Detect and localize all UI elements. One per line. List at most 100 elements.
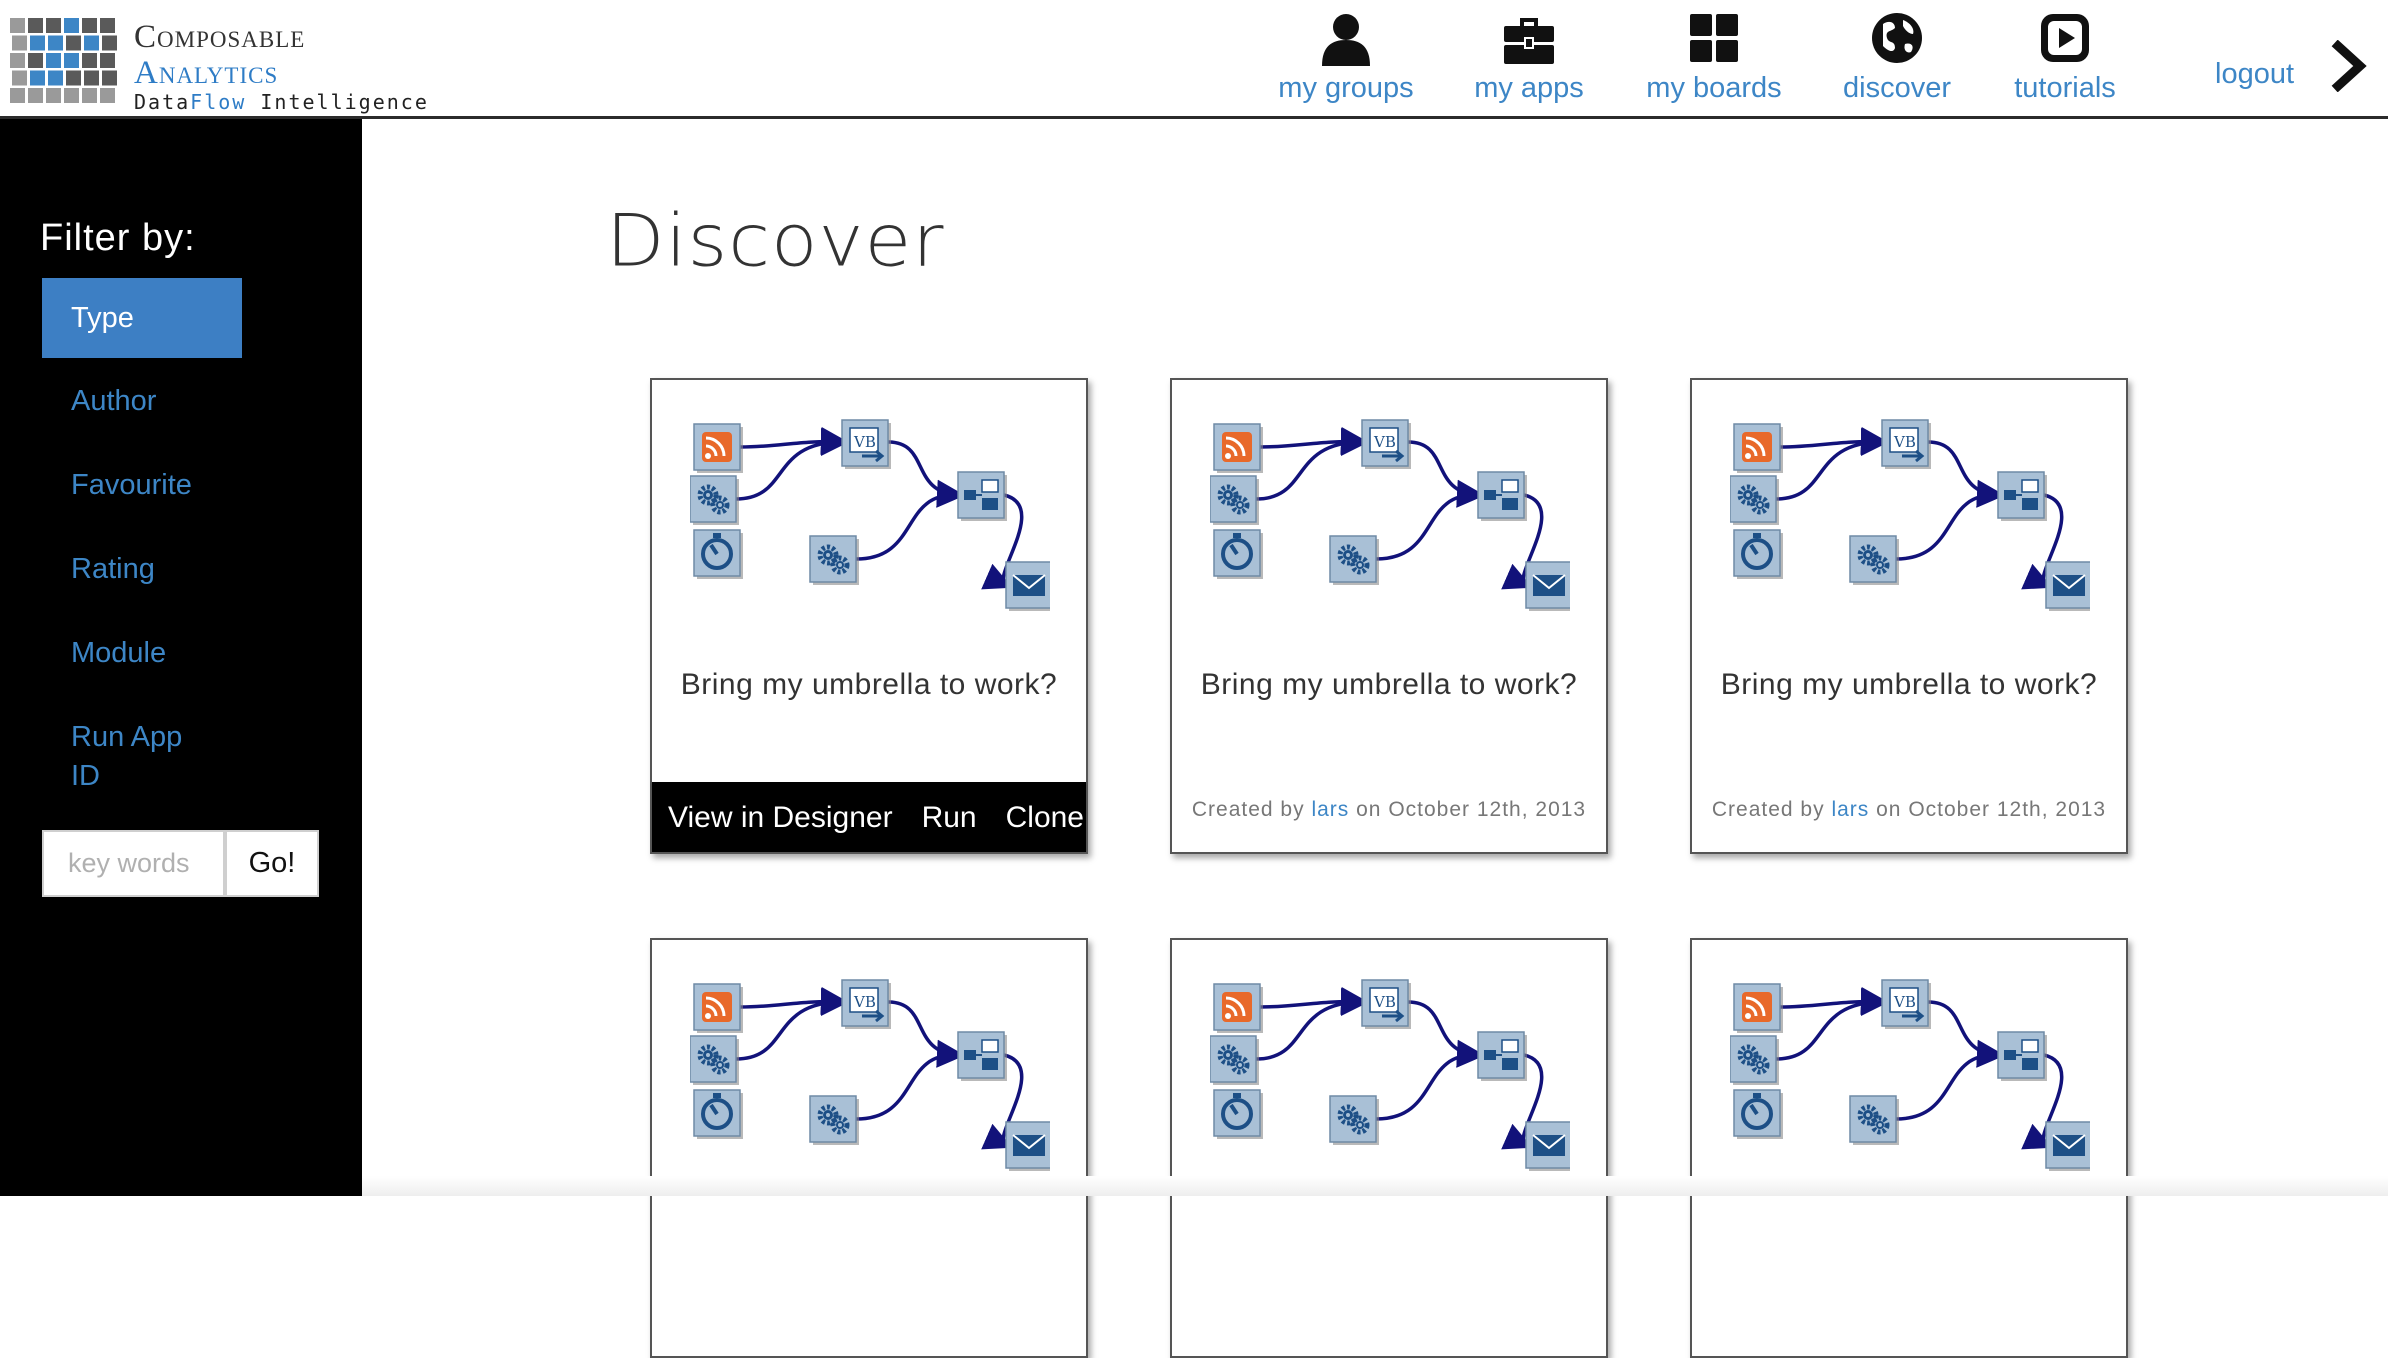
- merge-icon: [1477, 1031, 1527, 1081]
- connector-line: [855, 479, 965, 561]
- filter-title: Filter by:: [40, 217, 196, 259]
- app-card[interactable]: VB: [1170, 938, 1608, 1358]
- card-created-info: Created by lars on October 12th, 2013: [1692, 798, 2126, 822]
- author-link[interactable]: lars: [1311, 798, 1349, 821]
- vb-script-icon: VB: [1361, 979, 1411, 1029]
- logo-grid-icon: [10, 18, 117, 103]
- timer-icon: [1213, 529, 1263, 579]
- card-title: Bring my umbrella to work?: [1720, 668, 2098, 701]
- vb-script-icon: VB: [841, 979, 891, 1029]
- connector-line: [1927, 1000, 2005, 1068]
- go-button[interactable]: Go!: [225, 830, 319, 897]
- connector-line: [1375, 1039, 1485, 1121]
- email-icon: [2045, 1121, 2090, 1171]
- gears-icon: [1730, 1035, 1779, 1085]
- gears-icon: [690, 1035, 739, 1085]
- chevron-right-icon[interactable]: [2330, 40, 2370, 92]
- filter-type[interactable]: Type: [42, 278, 242, 358]
- author-link[interactable]: lars: [1831, 798, 1869, 821]
- app-card[interactable]: VB Bring my umbrella to work? Created by…: [1170, 378, 1608, 854]
- filter-favourite[interactable]: Favourite: [42, 466, 242, 505]
- nav-label: my boards: [1646, 72, 1782, 104]
- created-date: on October 12th, 2013: [1356, 798, 1587, 821]
- created-prefix: Created by: [1191, 798, 1305, 821]
- nav-my-boards[interactable]: my boards: [1643, 10, 1785, 110]
- logout-link[interactable]: logout: [2215, 58, 2294, 91]
- connector-line: [1775, 428, 1889, 501]
- nav-discover[interactable]: discover: [1840, 10, 1954, 110]
- page-title: Discover: [606, 198, 945, 283]
- workflow-diagram: VB: [1730, 979, 2090, 1171]
- created-prefix: Created by: [1711, 798, 1825, 821]
- filter-module[interactable]: Module: [42, 634, 242, 673]
- view-in-designer-button[interactable]: View in Designer: [668, 801, 893, 835]
- gears-icon: [1730, 475, 1779, 525]
- gears-icon: [1849, 1095, 1899, 1145]
- workflow-diagram: VB: [1730, 419, 2090, 611]
- filter-run-app-id[interactable]: Run App ID: [42, 718, 202, 796]
- connector-line: [1407, 1000, 1485, 1068]
- nav-my-groups[interactable]: my groups: [1272, 10, 1420, 110]
- filter-rating[interactable]: Rating: [42, 550, 242, 589]
- logo-tagline: DataFlow Intelligence: [134, 90, 429, 114]
- merge-icon: [1997, 471, 2047, 521]
- clone-button[interactable]: Clone: [1006, 801, 1084, 835]
- connector-line: [735, 428, 849, 501]
- filter-sidebar: Filter by: Type Author Favourite Rating …: [0, 119, 362, 1196]
- connector-line: [1895, 1039, 2005, 1121]
- connector-line: [1255, 988, 1369, 1061]
- globe-icon: [1872, 13, 1922, 63]
- gears-icon: [1849, 535, 1899, 585]
- app-card[interactable]: VB Bring my umbrella to work? View in De…: [650, 378, 1088, 854]
- card-title: Bring my umbrella to work?: [1200, 668, 1578, 701]
- grid-icon: [1690, 14, 1738, 62]
- app-header: Composable Analytics DataFlow Intelligen…: [0, 0, 2388, 119]
- rss-icon: [1213, 983, 1263, 1033]
- nav-label: my groups: [1278, 72, 1414, 104]
- person-icon: [1322, 14, 1370, 66]
- nav-label: my apps: [1474, 72, 1584, 104]
- vb-script-icon: VB: [841, 419, 891, 469]
- gears-icon: [1210, 475, 1259, 525]
- card-title: Bring my umbrella to work?: [680, 668, 1058, 701]
- timer-icon: [1213, 1089, 1263, 1139]
- email-icon: [2045, 561, 2090, 611]
- nav-tutorials[interactable]: tutorials: [2010, 10, 2120, 110]
- keyword-search-input[interactable]: [42, 830, 225, 897]
- composable-analytics-logo[interactable]: Composable Analytics DataFlow Intelligen…: [10, 18, 430, 114]
- card-created-info: Created by lars on October 12th, 2013: [1172, 798, 1606, 822]
- app-card[interactable]: VB: [1690, 938, 2128, 1358]
- email-icon: [1525, 1121, 1570, 1171]
- connector-line: [1375, 479, 1485, 561]
- connector-line: [735, 988, 849, 1061]
- vb-script-icon: VB: [1881, 419, 1931, 469]
- connector-line: [1255, 428, 1369, 501]
- run-button[interactable]: Run: [922, 801, 977, 835]
- email-icon: [1525, 561, 1570, 611]
- workflow-diagram: VB: [1210, 419, 1570, 611]
- timer-icon: [693, 529, 743, 579]
- created-date: on October 12th, 2013: [1876, 798, 2107, 821]
- card-actions-bar: View in Designer Run Clone: [652, 782, 1086, 852]
- merge-icon: [957, 471, 1007, 521]
- svg-text:VB: VB: [1893, 433, 1916, 451]
- nav-my-apps[interactable]: my apps: [1470, 10, 1588, 110]
- app-card[interactable]: VB Bring my umbrella to work? Created by…: [1690, 378, 2128, 854]
- rss-icon: [693, 983, 743, 1033]
- workflow-diagram: VB: [690, 979, 1050, 1171]
- connector-line: [1895, 479, 2005, 561]
- rss-icon: [693, 423, 743, 473]
- email-icon: [1005, 1121, 1050, 1171]
- connector-line: [887, 1000, 965, 1068]
- logo-tagline-suffix: Intelligence: [246, 90, 429, 114]
- gears-icon: [1329, 535, 1379, 585]
- gears-icon: [809, 1095, 859, 1145]
- app-card[interactable]: VB: [650, 938, 1088, 1358]
- gears-icon: [1210, 1035, 1259, 1085]
- workflow-diagram: VB: [690, 419, 1050, 611]
- rss-icon: [1733, 423, 1783, 473]
- filter-author[interactable]: Author: [42, 382, 242, 421]
- gears-icon: [809, 535, 859, 585]
- timer-icon: [1733, 529, 1783, 579]
- gears-icon: [1329, 1095, 1379, 1145]
